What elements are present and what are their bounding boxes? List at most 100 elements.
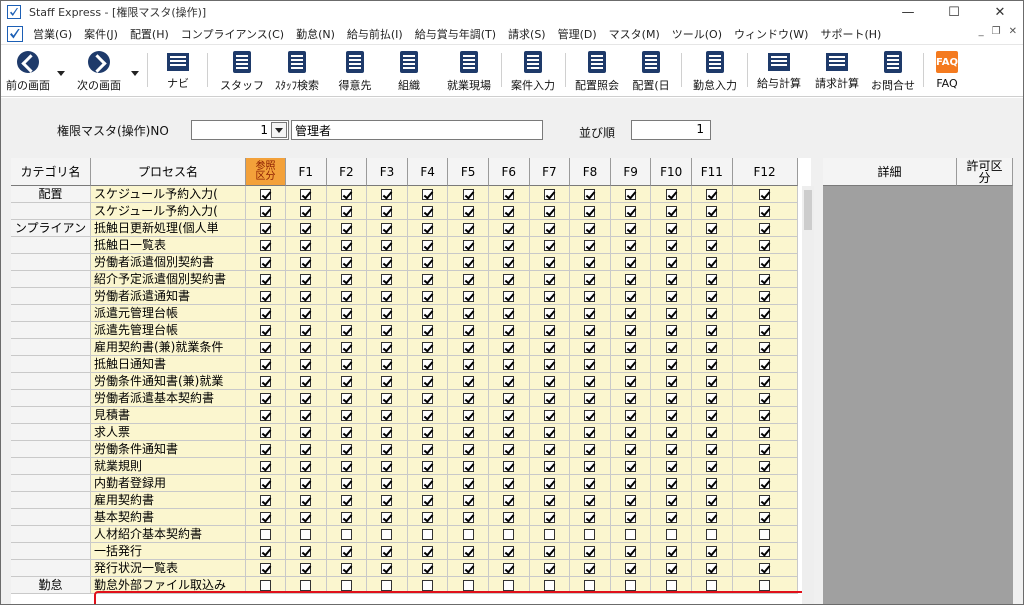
f8-checkbox[interactable] bbox=[584, 579, 596, 591]
f1-checkbox[interactable] bbox=[300, 494, 312, 506]
f1-checkbox[interactable] bbox=[300, 307, 312, 319]
f1-checkbox[interactable] bbox=[300, 460, 312, 472]
f7-checkbox[interactable] bbox=[543, 341, 555, 353]
f7-checkbox[interactable] bbox=[543, 460, 555, 472]
f7-checkbox[interactable] bbox=[543, 188, 555, 200]
f2-checkbox[interactable] bbox=[340, 528, 352, 540]
menu-payroll[interactable]: 給与賞与年調(T) bbox=[409, 26, 502, 42]
f4-checkbox[interactable] bbox=[422, 239, 434, 251]
f2-checkbox[interactable] bbox=[340, 188, 352, 200]
f2-checkbox[interactable] bbox=[340, 392, 352, 404]
f12-checkbox[interactable] bbox=[759, 426, 771, 438]
f8-checkbox[interactable] bbox=[584, 426, 596, 438]
reference-checkbox[interactable] bbox=[260, 341, 271, 353]
f1-checkbox[interactable] bbox=[300, 545, 312, 557]
f4-checkbox[interactable] bbox=[422, 205, 434, 217]
f10-checkbox[interactable] bbox=[665, 477, 677, 489]
menu-assignment[interactable]: 配置(H) bbox=[124, 26, 175, 42]
f7-checkbox[interactable] bbox=[543, 511, 555, 523]
close-button[interactable]: ✕ bbox=[977, 1, 1023, 23]
f8-checkbox[interactable] bbox=[584, 358, 596, 370]
f3-checkbox[interactable] bbox=[381, 375, 393, 387]
f3-checkbox[interactable] bbox=[381, 545, 393, 557]
f3-checkbox[interactable] bbox=[381, 443, 393, 455]
f12-checkbox[interactable] bbox=[759, 375, 771, 387]
f7-checkbox[interactable] bbox=[543, 256, 555, 268]
f10-checkbox[interactable] bbox=[665, 205, 677, 217]
f11-checkbox[interactable] bbox=[706, 375, 718, 387]
f9-checkbox[interactable] bbox=[625, 443, 637, 455]
f11-checkbox[interactable] bbox=[706, 358, 718, 370]
case-entry-button[interactable]: 案件入力 bbox=[505, 49, 561, 93]
f8-checkbox[interactable] bbox=[584, 273, 596, 285]
f3-checkbox[interactable] bbox=[381, 562, 393, 574]
assign-day-button[interactable]: 配置(日 bbox=[627, 49, 675, 93]
f6-checkbox[interactable] bbox=[503, 290, 515, 302]
f2-checkbox[interactable] bbox=[340, 273, 352, 285]
reference-checkbox[interactable] bbox=[260, 375, 271, 387]
f11-checkbox[interactable] bbox=[706, 443, 718, 455]
f12-checkbox[interactable] bbox=[759, 460, 771, 472]
f2-checkbox[interactable] bbox=[340, 409, 352, 421]
f10-checkbox[interactable] bbox=[665, 443, 677, 455]
f9-checkbox[interactable] bbox=[625, 188, 637, 200]
f3-checkbox[interactable] bbox=[381, 290, 393, 302]
f12-checkbox[interactable] bbox=[759, 222, 771, 234]
f11-checkbox[interactable] bbox=[706, 426, 718, 438]
f6-checkbox[interactable] bbox=[503, 443, 515, 455]
f2-checkbox[interactable] bbox=[340, 290, 352, 302]
f2-checkbox[interactable] bbox=[340, 443, 352, 455]
f2-checkbox[interactable] bbox=[340, 579, 352, 591]
f10-checkbox[interactable] bbox=[665, 358, 677, 370]
f10-checkbox[interactable] bbox=[665, 375, 677, 387]
f5-checkbox[interactable] bbox=[462, 562, 474, 574]
reference-checkbox[interactable] bbox=[260, 562, 271, 574]
f3-checkbox[interactable] bbox=[381, 477, 393, 489]
f11-checkbox[interactable] bbox=[706, 511, 718, 523]
f2-checkbox[interactable] bbox=[340, 205, 352, 217]
menu-tools[interactable]: ツール(O) bbox=[666, 26, 728, 42]
f2-checkbox[interactable] bbox=[340, 307, 352, 319]
f6-checkbox[interactable] bbox=[503, 358, 515, 370]
f7-checkbox[interactable] bbox=[543, 375, 555, 387]
f8-checkbox[interactable] bbox=[584, 239, 596, 251]
f1-checkbox[interactable] bbox=[300, 290, 312, 302]
f5-checkbox[interactable] bbox=[462, 290, 474, 302]
f7-checkbox[interactable] bbox=[543, 307, 555, 319]
f12-checkbox[interactable] bbox=[759, 239, 771, 251]
f4-checkbox[interactable] bbox=[422, 409, 434, 421]
f6-checkbox[interactable] bbox=[503, 477, 515, 489]
f11-checkbox[interactable] bbox=[706, 528, 718, 540]
f4-checkbox[interactable] bbox=[422, 188, 434, 200]
f5-checkbox[interactable] bbox=[462, 307, 474, 319]
f1-checkbox[interactable] bbox=[300, 443, 312, 455]
f11-checkbox[interactable] bbox=[706, 222, 718, 234]
f7-checkbox[interactable] bbox=[543, 443, 555, 455]
f3-checkbox[interactable] bbox=[381, 307, 393, 319]
f8-checkbox[interactable] bbox=[584, 324, 596, 336]
f3-checkbox[interactable] bbox=[381, 188, 393, 200]
f10-checkbox[interactable] bbox=[665, 222, 677, 234]
f8-checkbox[interactable] bbox=[584, 562, 596, 574]
reference-checkbox[interactable] bbox=[260, 307, 271, 319]
f10-checkbox[interactable] bbox=[665, 341, 677, 353]
customer-button[interactable]: 得意先 bbox=[333, 49, 377, 93]
f12-checkbox[interactable] bbox=[759, 579, 771, 591]
f10-checkbox[interactable] bbox=[665, 494, 677, 506]
f6-checkbox[interactable] bbox=[503, 562, 515, 574]
f9-checkbox[interactable] bbox=[625, 579, 637, 591]
f9-checkbox[interactable] bbox=[625, 545, 637, 557]
f3-checkbox[interactable] bbox=[381, 341, 393, 353]
f6-checkbox[interactable] bbox=[503, 222, 515, 234]
f8-checkbox[interactable] bbox=[584, 290, 596, 302]
f11-checkbox[interactable] bbox=[706, 239, 718, 251]
f6-checkbox[interactable] bbox=[503, 528, 515, 540]
f2-checkbox[interactable] bbox=[340, 222, 352, 234]
f7-checkbox[interactable] bbox=[543, 528, 555, 540]
f5-checkbox[interactable] bbox=[462, 494, 474, 506]
no-combobox[interactable]: 1 bbox=[191, 120, 289, 140]
f5-checkbox[interactable] bbox=[462, 409, 474, 421]
menu-support[interactable]: サポート(H) bbox=[814, 26, 887, 42]
f4-checkbox[interactable] bbox=[422, 545, 434, 557]
f2-checkbox[interactable] bbox=[340, 256, 352, 268]
